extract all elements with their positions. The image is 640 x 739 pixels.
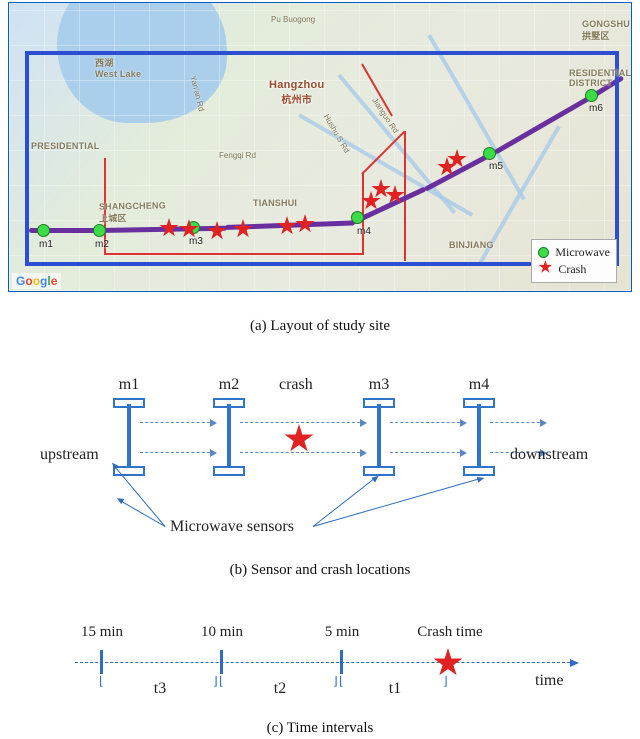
- lake-label: 西湖 West Lake: [95, 56, 141, 79]
- city-label-hangzhou: Hangzhou 杭州市: [269, 79, 325, 106]
- tick-label: Crash time: [405, 624, 495, 641]
- caption-b: (b) Sensor and crash locations: [0, 562, 640, 579]
- neighborhood-label: GONGSHU 拱墅区: [582, 19, 630, 42]
- google-logo: Google: [12, 273, 61, 289]
- bracket-icon: ⌋: [443, 674, 448, 689]
- microwave-sensor-marker: [93, 224, 106, 237]
- road-label: Pu Buogong: [271, 15, 315, 24]
- crash-star-icon: [538, 260, 552, 278]
- city-label-en: Hangzhou: [269, 79, 325, 91]
- microwave-sensor-marker: [351, 211, 364, 224]
- sensor-tag: m1: [39, 239, 53, 250]
- flow-arrow-icon: [140, 452, 215, 453]
- sensor-tag: m5: [489, 161, 503, 172]
- map-legend: Microwave Crash: [531, 239, 617, 283]
- sensor-ibeam: m4: [470, 398, 488, 476]
- sensor-tag: m2: [95, 239, 109, 250]
- bracket-icon: ⌋: [333, 674, 338, 689]
- caption-a: (a) Layout of study site: [0, 318, 640, 335]
- callout-line: [119, 500, 165, 527]
- sensor-schematic: m1 m2 m3 m4 crash upstream downstream Mi…: [40, 366, 600, 546]
- microwave-sensor-marker: [483, 147, 496, 160]
- city-label-cn: 杭州市: [269, 91, 325, 106]
- sensor-label: m2: [209, 376, 249, 394]
- microwave-icon: [538, 247, 549, 258]
- sensor-tag: m4: [357, 226, 371, 237]
- neighborhood-label: BINJIANG: [449, 240, 494, 250]
- downstream-label: downstream: [510, 446, 588, 464]
- time-tick: [340, 650, 343, 674]
- sensor-tag: m3: [189, 236, 203, 247]
- callout-line: [313, 477, 377, 527]
- flow-arrow-icon: [240, 452, 365, 453]
- sensor-label: m1: [109, 376, 149, 394]
- sensor-ibeam: m1: [120, 398, 138, 476]
- flow-arrow-icon: [390, 452, 465, 453]
- time-interval-diagram: 15 min 10 min 5 min Crash time ⌊ ⌋ ⌊ ⌋ ⌊…: [75, 612, 595, 712]
- flow-arrow-icon: [140, 422, 215, 423]
- microwave-sensor-marker: [37, 224, 50, 237]
- tick-label: 15 min: [72, 624, 132, 641]
- segment-label: t3: [130, 680, 190, 698]
- neighborhood-label: SHANGCHENG 上城区: [99, 200, 166, 224]
- callout-line: [313, 478, 481, 527]
- neighborhood-label: RESIDENTIAL DISTRICT: [569, 68, 631, 88]
- caption-c: (c) Time intervals: [0, 720, 640, 737]
- upstream-label: upstream: [40, 446, 99, 464]
- legend-row-microwave: Microwave: [538, 244, 610, 260]
- time-axis: [75, 662, 575, 663]
- microwave-sensor-marker: [585, 89, 598, 102]
- neighborhood-label: TIANSHUI: [253, 198, 297, 208]
- tick-label: 10 min: [192, 624, 252, 641]
- sensor-label: m4: [459, 376, 499, 394]
- legend-label: Crash: [558, 261, 586, 277]
- crash-star-icon: [284, 424, 314, 454]
- segment-label: t1: [365, 680, 425, 698]
- bracket-icon: ⌊: [99, 674, 104, 689]
- sensor-label: m3: [359, 376, 399, 394]
- crash-star-icon: [433, 648, 463, 678]
- sensor-ibeam: m2: [220, 398, 238, 476]
- bracket-icon: ⌊: [219, 674, 224, 689]
- sensor-tag: m6: [589, 103, 603, 114]
- flow-arrow-icon: [240, 422, 365, 423]
- axis-label: time: [535, 672, 563, 690]
- study-site-map: Hangzhou 杭州市 西湖 West Lake PRESIDENTIAL S…: [8, 2, 632, 292]
- time-tick: [220, 650, 223, 674]
- road-label: Fengqi Rd: [219, 151, 256, 160]
- tick-label: 5 min: [312, 624, 372, 641]
- flow-arrow-icon: [490, 422, 545, 423]
- segment-label: t2: [250, 680, 310, 698]
- bracket-icon: ⌋: [213, 674, 218, 689]
- flow-arrow-icon: [390, 422, 465, 423]
- microwave-sensors-label: Microwave sensors: [170, 518, 294, 536]
- neighborhood-label: PRESIDENTIAL: [31, 141, 99, 151]
- legend-row-crash: Crash: [538, 260, 610, 278]
- crash-label: crash: [279, 376, 313, 394]
- bracket-icon: ⌊: [339, 674, 344, 689]
- time-tick: [100, 650, 103, 674]
- legend-label: Microwave: [555, 244, 610, 260]
- sensor-ibeam: m3: [370, 398, 388, 476]
